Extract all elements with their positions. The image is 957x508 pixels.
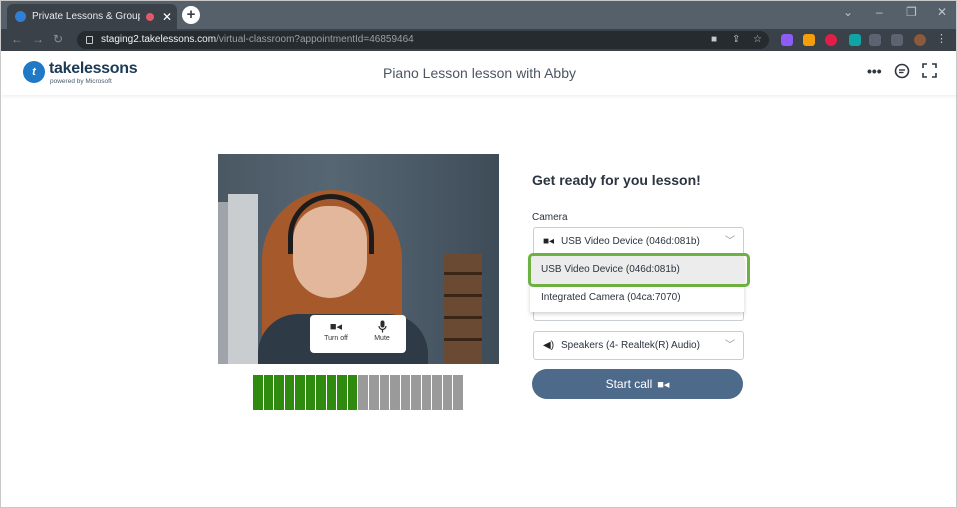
meter-segment <box>347 375 359 410</box>
ready-title: Get ready for you lesson! <box>532 172 701 188</box>
meter-segment <box>263 375 275 410</box>
meter-segment <box>358 375 370 410</box>
meter-segment <box>253 375 264 410</box>
video-door <box>228 194 258 364</box>
back-icon[interactable]: ← <box>11 32 32 46</box>
browser-tab[interactable]: Private Lessons & Group Cla ✕ <box>7 4 177 29</box>
camera-selected-value: USB Video Device (046d:081b) <box>561 236 700 247</box>
meter-segment <box>274 375 285 410</box>
chevron-down-icon: ﹀ <box>725 236 735 247</box>
app-header: t takelessons powered by Microsoft Piano… <box>1 51 956 95</box>
video-camera-icon: ■◂ <box>657 379 670 391</box>
url-host: staging2.takelessons.com <box>101 34 217 45</box>
page-title: Piano Lesson lesson with Abby <box>382 65 576 81</box>
more-icon[interactable]: ••• <box>867 63 882 79</box>
reload-icon[interactable]: ↻ <box>53 32 72 46</box>
browser-tabbar: Private Lessons & Group Cla ✕ + ⌄ – ❐ ✕ <box>1 1 956 29</box>
minimize-icon[interactable]: – <box>876 5 883 19</box>
chat-icon[interactable] <box>894 63 910 82</box>
url-field[interactable]: staging2.takelessons.com/virtual-classro… <box>77 31 769 49</box>
meter-segment <box>432 375 443 410</box>
tab-title: Private Lessons & Group Cla <box>32 11 140 22</box>
meter-segment <box>400 375 412 410</box>
chevron-down-icon: ﹀ <box>725 340 735 351</box>
meter-segment <box>390 375 401 410</box>
meter-segment <box>316 375 327 410</box>
meter-segment <box>411 375 422 410</box>
recording-indicator-icon <box>146 12 154 21</box>
browser-menu-icon[interactable]: ⋮ <box>936 32 948 45</box>
camera-label: Camera <box>532 212 568 223</box>
video-controls: ■◂ Turn off Mute <box>310 315 406 353</box>
video-shelf <box>444 254 482 364</box>
camera-select[interactable]: ■◂ USB Video Device (046d:081b) ﹀ <box>533 227 744 256</box>
start-call-button[interactable]: Start call ■◂ <box>532 369 743 399</box>
meter-segment <box>326 375 338 410</box>
video-preview: ■◂ Turn off Mute <box>218 154 499 364</box>
camera-option-integrated[interactable]: Integrated Camera (04ca:7070) <box>530 284 744 312</box>
meter-segment <box>295 375 306 410</box>
speaker-icon: ◀) <box>543 340 555 351</box>
meter-segment <box>369 375 380 410</box>
fullscreen-icon[interactable] <box>922 63 937 81</box>
camera-dropdown: USB Video Device (046d:081b) Integrated … <box>530 256 744 312</box>
mute-button[interactable]: Mute <box>360 320 404 342</box>
new-tab-button[interactable]: + <box>182 6 200 24</box>
extension-2-icon[interactable] <box>803 34 815 46</box>
speaker-select[interactable]: ◀) Speakers (4- Realtek(R) Audio) ﹀ <box>533 331 744 360</box>
meter-segment <box>305 375 317 410</box>
turn-off-label: Turn off <box>324 335 348 342</box>
meter-segment <box>284 375 296 410</box>
microphone-icon <box>360 320 404 335</box>
browser-addressbar: ←→↻ staging2.takelessons.com/virtual-cla… <box>1 29 956 51</box>
speaker-selected-value: Speakers (4- Realtek(R) Audio) <box>561 340 700 351</box>
mute-label: Mute <box>374 335 390 342</box>
turn-off-camera-button[interactable]: ■◂ Turn off <box>314 320 358 342</box>
video-camera-icon: ■◂ <box>543 236 555 247</box>
extensions-icon[interactable] <box>891 34 903 46</box>
profile-avatar[interactable] <box>914 34 926 46</box>
meter-segment <box>453 375 464 410</box>
url-path: /virtual-classroom?appointmentId=4685946… <box>216 34 414 45</box>
meter-segment <box>379 375 391 410</box>
extension-1-icon[interactable] <box>781 34 793 46</box>
forward-icon[interactable]: → <box>32 32 53 46</box>
video-camera-icon: ■◂ <box>329 321 343 333</box>
bookmark-star-icon[interactable]: ☆ <box>753 31 762 49</box>
tab-close-icon[interactable]: ✕ <box>162 10 172 24</box>
app-frame: Private Lessons & Group Cla ✕ + ⌄ – ❐ ✕ … <box>0 0 957 508</box>
extension-4-icon[interactable] <box>869 34 881 46</box>
lock-icon <box>86 36 93 44</box>
restore-icon[interactable]: ❐ <box>906 5 917 19</box>
share-icon[interactable]: ⇪ <box>732 31 740 49</box>
meter-segment <box>421 375 433 410</box>
camera-option-usb[interactable]: USB Video Device (046d:081b) <box>530 256 744 284</box>
close-window-icon[interactable]: ✕ <box>937 5 947 19</box>
meter-segment <box>337 375 348 410</box>
audio-level-meter <box>253 375 464 410</box>
adblock-icon[interactable] <box>825 34 837 46</box>
microphone-select-partial[interactable] <box>533 312 744 321</box>
favicon-icon <box>15 11 26 22</box>
tab-search-icon[interactable]: ⌄ <box>843 5 853 19</box>
extension-3-icon[interactable] <box>849 34 861 46</box>
meter-segment <box>442 375 454 410</box>
start-call-label: Start call <box>605 377 653 391</box>
nav-icons: ←→↻ <box>11 32 72 46</box>
camera-permission-icon[interactable]: ■ <box>711 31 717 49</box>
